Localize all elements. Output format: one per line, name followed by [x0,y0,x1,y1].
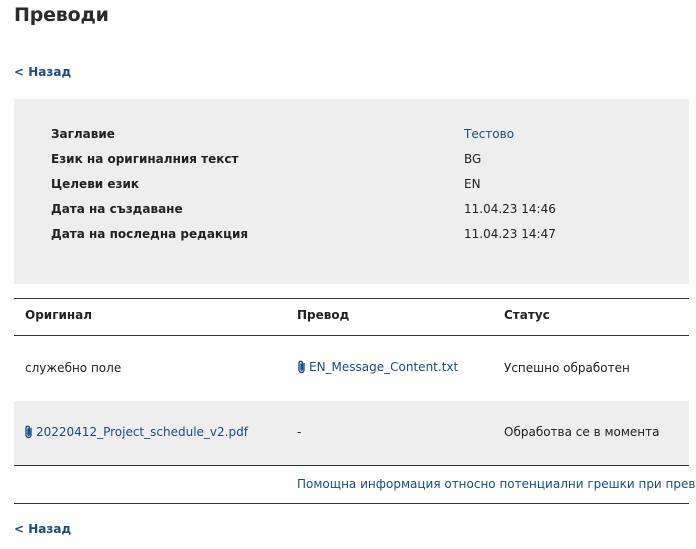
column-header-status: Статус [504,308,550,322]
paperclip-icon [298,360,305,374]
detail-value-created: 11.04.23 14:46 [464,202,556,216]
header-divider [14,335,689,336]
row-2-status: Обработва се в момента [504,425,660,439]
detail-value-target-language: EN [464,177,481,191]
column-header-translation: Превод [297,308,350,322]
row-divider [14,465,689,466]
detail-label: Заглавие [51,127,115,141]
table-bottom-divider [14,503,689,504]
page-title: Преводи [14,4,109,26]
paperclip-icon [25,425,32,439]
detail-row-created: Дата на създаване 11.04.23 14:46 [14,202,689,222]
detail-label: Език на оригиналния текст [51,152,239,166]
row-2-translation: - [297,425,302,439]
detail-value-source-language: BG [464,152,482,166]
table-top-divider [14,298,689,299]
translations-page: Преводи < Назад Заглавие Тестово Език на… [0,0,696,549]
detail-value-last-edited: 11.04.23 14:47 [464,227,556,241]
detail-row-source-language: Език на оригиналния текст BG [14,152,689,172]
row-1-status: Успешно обработен [504,361,630,375]
detail-value-title: Тестово [464,127,515,141]
translation-details-panel: Заглавие Тестово Език на оригиналния тек… [14,99,689,284]
detail-label: Дата на създаване [51,202,183,216]
help-info-link[interactable]: Помощна информация относно потенциални г… [297,477,696,491]
row-1-translation-link[interactable]: EN_Message_Content.txt [297,360,458,374]
row-2-original-link[interactable]: 20220412_Project_schedule_v2.pdf [24,425,248,439]
detail-label: Дата на последна редакция [51,227,249,241]
detail-row-title: Заглавие Тестово [14,127,689,147]
row-2-original-filename: 20220412_Project_schedule_v2.pdf [36,425,248,439]
detail-row-target-language: Целеви език EN [14,177,689,197]
detail-row-last-edited: Дата на последна редакция 11.04.23 14:47 [14,227,689,247]
back-link-bottom[interactable]: < Назад [14,522,71,536]
row-1-translation-filename: EN_Message_Content.txt [309,360,459,374]
row-1-original: служебно поле [25,361,122,375]
detail-label: Целеви език [51,177,140,191]
column-header-original: Оригинал [25,308,93,322]
back-link-top[interactable]: < Назад [14,65,71,79]
